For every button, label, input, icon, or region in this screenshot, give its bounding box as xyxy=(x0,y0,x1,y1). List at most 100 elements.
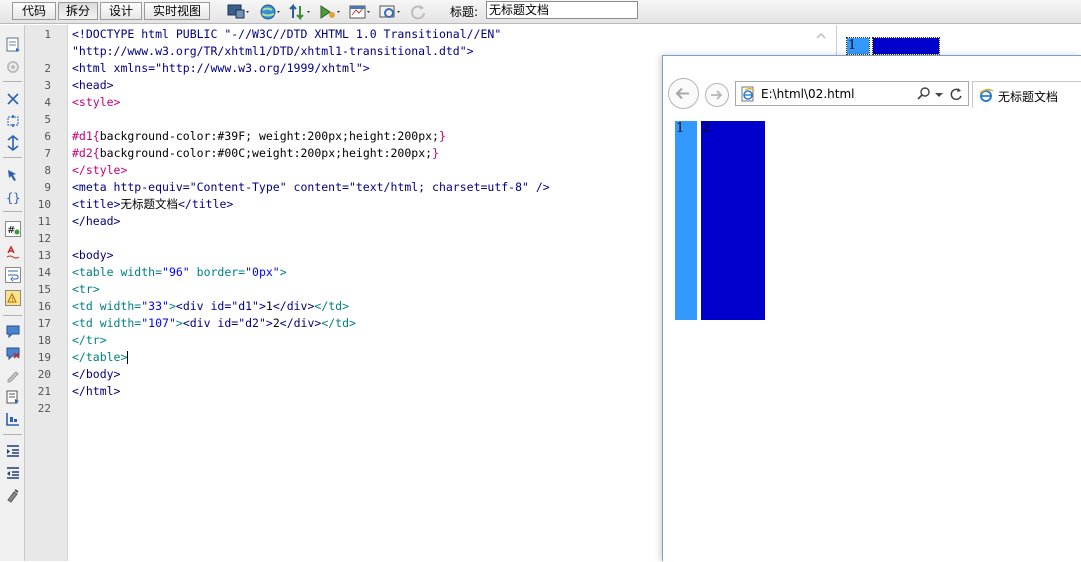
code-line[interactable]: <meta http-equiv="Content-Type" content=… xyxy=(72,179,550,196)
code-line[interactable]: <body> xyxy=(72,247,114,264)
format-source-icon[interactable] xyxy=(5,487,21,503)
collapse-selection-icon[interactable] xyxy=(5,113,21,129)
code-token: </title> xyxy=(177,197,234,211)
code-line[interactable]: </html> xyxy=(72,383,120,400)
line-number: 6 xyxy=(44,130,51,143)
scroll-up-arrow-icon[interactable] xyxy=(813,28,829,44)
balance-braces-icon[interactable]: {} xyxy=(5,189,21,205)
remove-comment-icon[interactable] xyxy=(5,345,21,361)
code-token: <td width= xyxy=(72,316,142,330)
refresh-icon[interactable] xyxy=(408,2,432,21)
word-wrap-icon[interactable] xyxy=(5,267,21,283)
code-token: <table width= xyxy=(72,265,163,279)
line-numbers-icon[interactable]: # xyxy=(5,221,21,237)
title-input[interactable]: 无标题文档 xyxy=(486,1,638,19)
code-token: </style> xyxy=(72,163,128,177)
address-bar[interactable]: E:\html\02.html xyxy=(735,81,969,106)
code-line[interactable]: #d1{background-color:#39F; weight:200px;… xyxy=(72,128,446,145)
code-line[interactable]: <style> xyxy=(72,94,120,111)
code-token: } xyxy=(432,146,439,160)
code-line[interactable]: "http://www.w3.org/TR/xhtml1/DTD/xhtml1-… xyxy=(72,43,474,60)
code-line[interactable]: </table> xyxy=(72,349,129,366)
line-number: 13 xyxy=(37,249,51,262)
code-token: 无标题文档 xyxy=(120,197,178,211)
line-number: 16 xyxy=(37,300,51,313)
select-parent-icon[interactable] xyxy=(5,167,21,183)
code-line[interactable]: <table width="96" border="0px"> xyxy=(72,264,287,281)
globe-icon[interactable] xyxy=(258,2,282,21)
code-token: </body> xyxy=(72,367,121,381)
svg-text:{}: {} xyxy=(6,191,20,205)
multiscreen-icon[interactable] xyxy=(226,2,250,21)
code-line[interactable]: </style> xyxy=(72,162,127,179)
view-options-icon[interactable] xyxy=(378,2,402,21)
code-line[interactable]: #d2{background-color:#00C;weight:200px;h… xyxy=(72,145,439,162)
move-css-icon[interactable] xyxy=(5,411,21,427)
code-line[interactable]: <head> xyxy=(72,77,114,94)
line-number: 17 xyxy=(37,317,51,330)
forward-button[interactable] xyxy=(705,83,729,107)
code-token: background-color:#39F; weight:200px;heig… xyxy=(99,129,439,143)
code-line[interactable]: </body> xyxy=(72,366,120,383)
expand-all-icon[interactable] xyxy=(5,134,21,152)
code-line[interactable]: <title>无标题文档</title> xyxy=(72,196,233,213)
outdent-icon[interactable] xyxy=(5,465,21,481)
code-line[interactable]: <td width="107"><div id="d2">2</div></td… xyxy=(72,315,356,332)
design-view-button[interactable]: 设计 xyxy=(100,2,142,20)
code-token: <head> xyxy=(72,78,114,92)
code-line[interactable]: <tr> xyxy=(72,281,100,298)
debug-icon[interactable] xyxy=(318,2,342,21)
dropdown-arrow-icon[interactable] xyxy=(934,86,944,102)
code-view-button[interactable]: 代码 xyxy=(12,2,56,20)
settings-icon[interactable] xyxy=(5,59,21,75)
text-caret xyxy=(127,351,129,364)
code-editor[interactable]: <!DOCTYPE html PUBLIC "-//W3C//DTD XHTML… xyxy=(72,25,662,561)
code-token: "33" xyxy=(141,299,169,313)
toolbar-divider xyxy=(3,315,22,316)
open-document-icon[interactable] xyxy=(5,36,21,52)
code-line[interactable]: <td width="33"><div id="d1">1</div></td> xyxy=(72,298,349,315)
code-token: <html xmlns="http://www.w3.org/1999/xhtm… xyxy=(72,61,370,75)
wrap-tag-icon[interactable] xyxy=(5,367,21,383)
line-number: 2 xyxy=(44,62,51,75)
visual-aids-icon[interactable] xyxy=(348,2,372,21)
collapse-tag-icon[interactable] xyxy=(5,91,21,107)
toolbar-divider xyxy=(3,157,22,158)
code-token: </td> xyxy=(321,316,356,330)
line-number: 12 xyxy=(37,232,51,245)
indent-icon[interactable] xyxy=(5,443,21,459)
line-number: 7 xyxy=(44,147,51,160)
file-transfer-icon[interactable] xyxy=(288,2,312,21)
syntax-error-icon[interactable]: ! xyxy=(5,290,21,306)
code-line[interactable]: </tr> xyxy=(72,332,107,349)
code-token: #d2 xyxy=(72,146,93,160)
code-token: 2 xyxy=(272,316,280,330)
rendered-cell-label: 2 xyxy=(702,121,711,136)
code-token: { xyxy=(92,129,100,143)
code-line[interactable]: <html xmlns="http://www.w3.org/1999/xhtm… xyxy=(72,60,370,77)
refresh-icon[interactable] xyxy=(948,86,964,102)
live-view-button[interactable]: 实时视图 xyxy=(144,2,210,20)
code-token: <div id="d1"> xyxy=(175,299,266,313)
rendered-cell-d1: 1 xyxy=(675,121,697,320)
code-token: </td> xyxy=(314,299,350,313)
recent-snippets-icon[interactable] xyxy=(5,389,21,405)
browser-tab[interactable]: 无标题文档 xyxy=(972,81,1081,108)
highlight-invalid-icon[interactable] xyxy=(5,244,21,260)
apply-comment-icon[interactable] xyxy=(5,323,21,339)
line-number: 20 xyxy=(37,368,51,381)
browser-window: E:\html\02.html 无标题文档 1 2 xyxy=(662,55,1081,562)
design-cell-1[interactable]: 1 xyxy=(846,37,870,55)
code-line[interactable]: </head> xyxy=(72,213,120,230)
split-view-button[interactable]: 拆分 xyxy=(58,2,98,20)
code-token: <div id="d2"> xyxy=(182,316,273,330)
code-line[interactable]: <!DOCTYPE html PUBLIC "-//W3C//DTD XHTML… xyxy=(72,26,501,43)
document-toolbar: 代码 拆分 设计 实时视图 标题: 无标题文档 xyxy=(0,0,1081,24)
back-button[interactable] xyxy=(668,78,699,109)
ie-logo-icon xyxy=(978,87,994,103)
line-number: 10 xyxy=(37,198,51,211)
search-icon[interactable] xyxy=(916,86,932,102)
design-cell-label: 1 xyxy=(848,38,857,53)
design-cell-2[interactable] xyxy=(872,37,940,55)
rendered-page: 1 2 xyxy=(663,112,1081,562)
